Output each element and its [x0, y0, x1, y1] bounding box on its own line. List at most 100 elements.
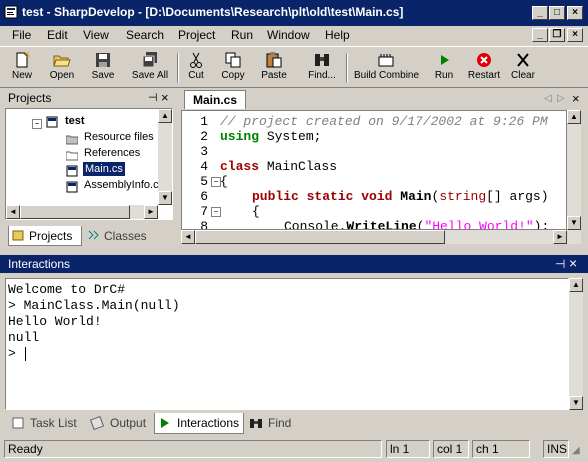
tab-projects[interactable]: Projects [8, 226, 82, 246]
console-line: Hello World! [8, 314, 102, 329]
binoculars-icon [315, 54, 329, 66]
interactions-console[interactable]: Welcome to DrC# > MainClass.Main(null) H… [5, 278, 569, 410]
menu-window[interactable]: Window [267, 28, 310, 42]
binoculars-icon [250, 419, 262, 428]
scroll-left-arrow-icon[interactable]: ◄ [181, 230, 195, 244]
toolbar: New Open Save Save All Cut Copy Paste Fi… [0, 46, 588, 88]
interactions-close-icon[interactable]: × [569, 255, 577, 271]
sharpdevelop-app-icon [4, 5, 18, 19]
project-tree[interactable]: − test Resource files References Main.cs… [5, 108, 173, 220]
menu-view[interactable]: View [83, 28, 109, 42]
code-line-2: using System; [220, 129, 322, 144]
classes-tab-icon [88, 230, 99, 240]
code-editor[interactable]: 1 2 3 4 5 6 7 8 − − // project created o… [181, 110, 567, 230]
editor-vertical-scrollbar[interactable]: ▲ ▼ [567, 110, 581, 230]
save-all-button[interactable]: Save All [128, 51, 172, 85]
tree-item-test[interactable]: test [65, 115, 85, 127]
document-restore-button[interactable]: ❐ [549, 28, 565, 42]
menu-edit[interactable]: Edit [47, 28, 68, 42]
code-line-7: { [252, 204, 260, 219]
scroll-down-arrow-icon[interactable]: ▼ [567, 216, 581, 230]
tab-scroll-right-icon[interactable]: ▷ [557, 93, 565, 104]
paste-button[interactable]: Paste [258, 51, 290, 85]
window-title: test - SharpDevelop - [D:\Documents\Rese… [22, 5, 404, 19]
title-bar[interactable]: test - SharpDevelop - [D:\Documents\Rese… [0, 0, 588, 26]
document-minimize-button[interactable]: _ [532, 28, 548, 42]
resize-grip-icon[interactable]: ◢ [572, 445, 584, 457]
tree-item-resource-files[interactable]: Resource files [84, 131, 154, 143]
menu-file[interactable]: File [12, 28, 31, 42]
projects-tab-icon [12, 230, 24, 241]
pin-icon[interactable]: ⊣ [555, 257, 565, 271]
tree-item-assemblyinfo[interactable]: AssemblyInfo.c [84, 179, 159, 191]
csharp-project-icon [46, 116, 58, 128]
scroll-down-arrow-icon[interactable]: ▼ [158, 191, 172, 205]
status-bar: Ready ln 1 col 1 ch 1 INS ◢ [0, 437, 588, 462]
console-line: null [8, 330, 40, 345]
cs-file-icon [66, 181, 78, 193]
scroll-down-arrow-icon[interactable]: ▼ [569, 396, 583, 410]
console-line: > MainClass.Main(null) [8, 298, 180, 313]
scissors-icon [190, 52, 202, 68]
editor-close-icon[interactable]: × [572, 91, 580, 106]
text-cursor [25, 347, 26, 361]
tree-item-main-cs[interactable]: Main.cs [83, 162, 125, 176]
maximize-button[interactable]: □ [549, 6, 565, 20]
menu-search[interactable]: Search [126, 28, 164, 42]
interactions-title: Interactions [8, 257, 71, 271]
projects-close-icon[interactable]: × [161, 90, 169, 105]
tree-vertical-scrollbar[interactable]: ▲ ▼ [158, 109, 172, 205]
console-line: Welcome to DrC# [8, 282, 126, 297]
output-icon [90, 416, 104, 430]
fold-collapse-icon[interactable]: − [211, 207, 221, 217]
copy-button[interactable]: Copy [218, 51, 248, 85]
menu-bar: File Edit View Search Project Run Window… [0, 26, 588, 44]
scroll-up-arrow-icon[interactable]: ▲ [569, 278, 583, 292]
tab-find[interactable]: Find [246, 413, 296, 433]
scroll-right-arrow-icon[interactable]: ► [553, 230, 567, 244]
build-icon [378, 54, 394, 67]
console-vertical-scrollbar[interactable]: ▲ ▼ [569, 278, 583, 410]
tree-collapse-icon[interactable]: − [32, 119, 42, 129]
scroll-up-arrow-icon[interactable]: ▲ [158, 109, 172, 123]
code-comment: // project created on 9/17/2002 at 9:26 … [220, 114, 548, 129]
scroll-up-arrow-icon[interactable]: ▲ [567, 110, 581, 124]
close-button[interactable]: × [567, 6, 583, 20]
clear-button[interactable]: Clear [510, 51, 536, 85]
save-button[interactable]: Save [88, 51, 118, 85]
editor-tab-row: Main.cs ◁ ▷ × [180, 90, 588, 109]
build-combine-button[interactable]: Build Combine [354, 51, 419, 85]
tab-interactions[interactable]: Interactions [154, 413, 244, 434]
new-button[interactable]: New [8, 51, 36, 85]
menu-help[interactable]: Help [325, 28, 350, 42]
scroll-thumb[interactable] [195, 230, 445, 244]
cs-file-icon [66, 165, 78, 177]
restart-button[interactable]: Restart [466, 51, 502, 85]
interactions-play-icon [161, 418, 169, 428]
toolbar-separator [346, 53, 348, 83]
tab-task-list[interactable]: Task List [8, 413, 80, 433]
tab-classes[interactable]: Classes [84, 226, 150, 245]
scroll-right-arrow-icon[interactable]: ► [144, 205, 158, 219]
bottom-tab-strip: Task List Output Interactions Find [0, 413, 588, 435]
tab-output[interactable]: Output [86, 413, 150, 433]
minimize-button[interactable]: _ [532, 6, 548, 20]
scroll-thumb[interactable] [20, 205, 130, 219]
menu-project[interactable]: Project [178, 28, 215, 42]
save-disk-icon [96, 53, 110, 67]
pin-icon[interactable]: ⊣ [148, 91, 158, 104]
scroll-left-arrow-icon[interactable]: ◄ [6, 205, 20, 219]
tree-item-references[interactable]: References [84, 147, 140, 159]
code-line-8: Console.WriteLine("Hello World!"); [284, 219, 550, 230]
menu-run[interactable]: Run [231, 28, 253, 42]
projects-panel-header: Projects [8, 91, 52, 105]
open-button[interactable]: Open [46, 51, 78, 85]
tab-main-cs[interactable]: Main.cs [184, 90, 247, 109]
cut-button[interactable]: Cut [184, 51, 208, 85]
run-button[interactable]: Run [430, 51, 458, 85]
tab-scroll-left-icon[interactable]: ◁ [544, 93, 552, 104]
document-close-button[interactable]: × [567, 28, 583, 42]
tree-horizontal-scrollbar[interactable]: ◄ ► [6, 205, 158, 219]
editor-horizontal-scrollbar[interactable]: ◄ ► [181, 230, 581, 244]
find-button[interactable]: Find... [304, 51, 340, 85]
